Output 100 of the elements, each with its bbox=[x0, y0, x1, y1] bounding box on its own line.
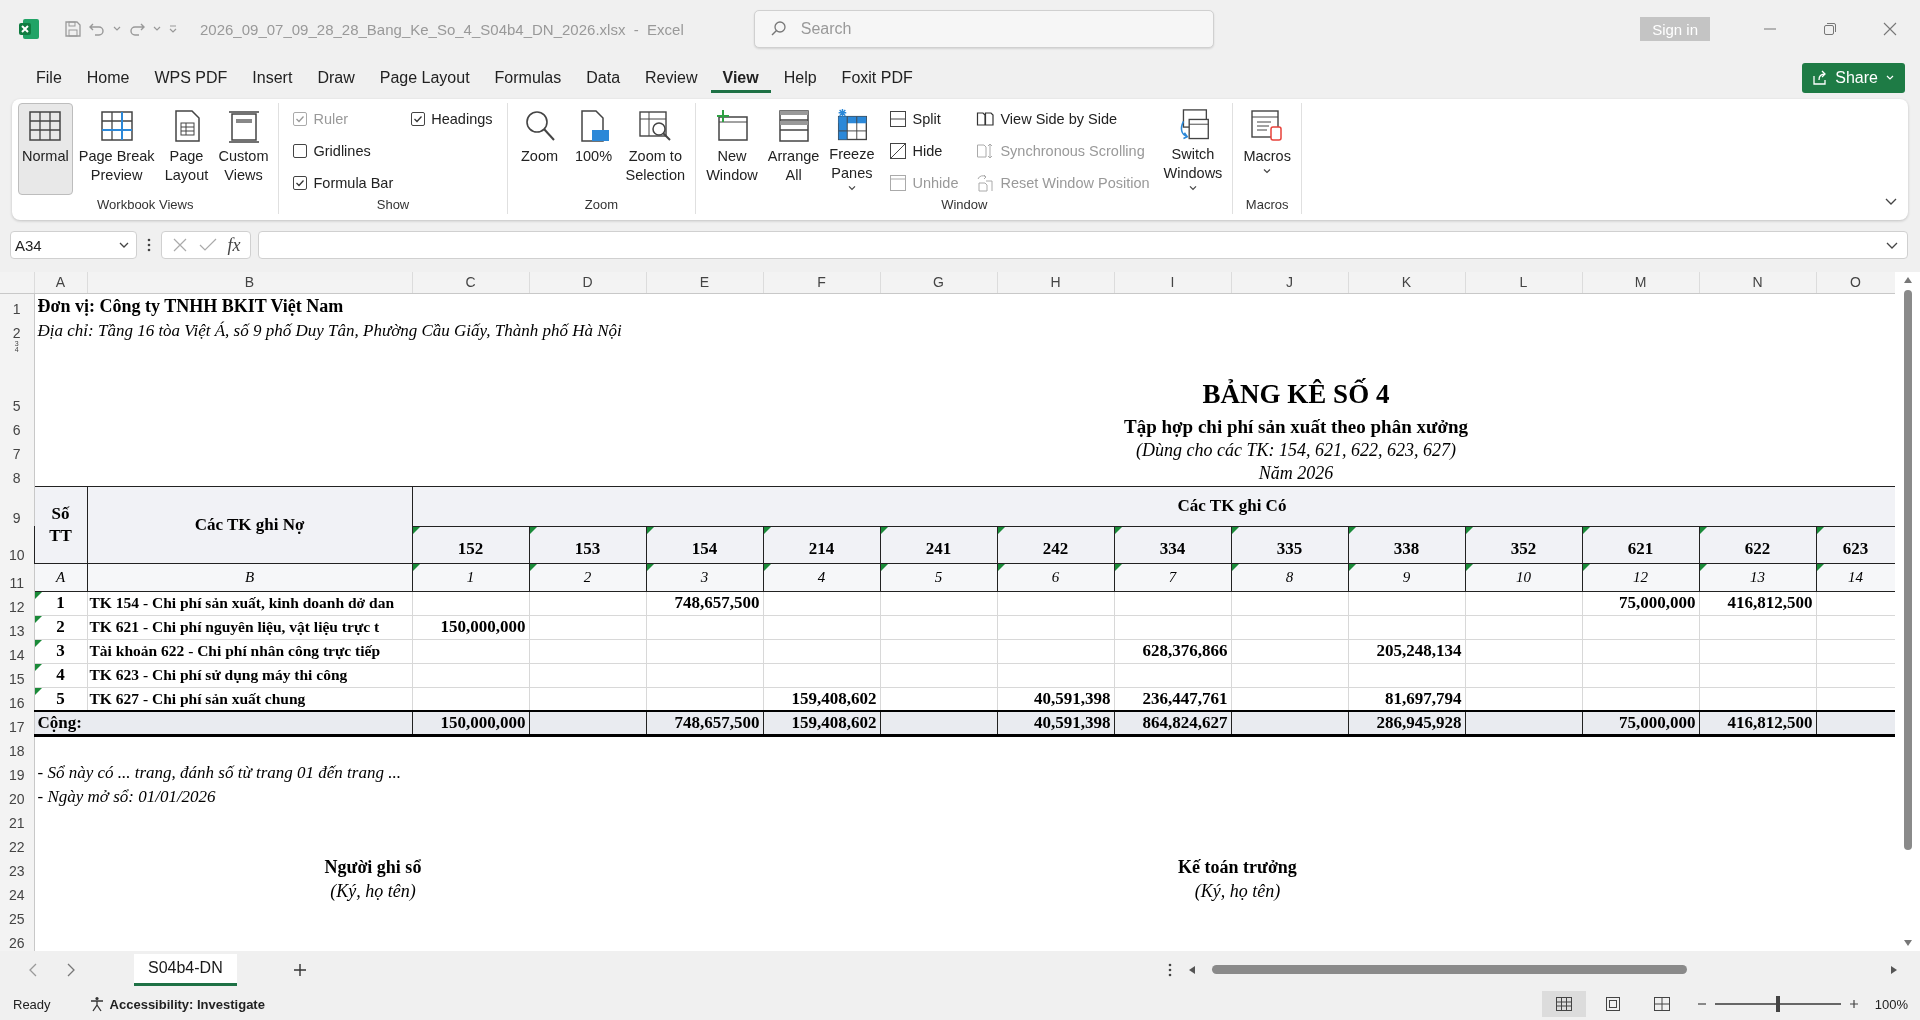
row-header[interactable]: 11 bbox=[0, 563, 34, 591]
error-indicator-icon[interactable] bbox=[529, 526, 537, 534]
menu-tab[interactable]: Home bbox=[74, 63, 142, 93]
column-header[interactable]: F bbox=[763, 272, 880, 293]
scroll-up-icon[interactable] bbox=[1902, 276, 1913, 284]
row-header[interactable]: 10 bbox=[0, 526, 34, 563]
error-indicator-icon[interactable] bbox=[1699, 526, 1707, 534]
close-icon[interactable] bbox=[1883, 22, 1897, 36]
page-layout-button[interactable]: Page Layout bbox=[160, 103, 213, 195]
scroll-left-icon[interactable] bbox=[1188, 964, 1196, 975]
row-header[interactable]: 17 bbox=[0, 711, 34, 735]
row-header[interactable]: 25 bbox=[0, 903, 34, 927]
row-header[interactable]: 9 bbox=[0, 486, 34, 526]
collapse-ribbon-icon[interactable] bbox=[1884, 196, 1898, 206]
error-indicator-icon[interactable] bbox=[1348, 563, 1356, 571]
menu-tab[interactable]: File bbox=[24, 63, 74, 93]
error-indicator-icon[interactable] bbox=[1114, 563, 1122, 571]
row-header[interactable]: 13 bbox=[0, 615, 34, 639]
scroll-right-icon[interactable] bbox=[1890, 964, 1898, 975]
error-indicator-icon[interactable] bbox=[34, 591, 42, 599]
row-header[interactable]: 22 bbox=[0, 831, 34, 855]
menu-tab[interactable]: Insert bbox=[240, 63, 305, 93]
more-icon[interactable] bbox=[1168, 962, 1172, 977]
freeze-panes-button[interactable]: Freeze Panes bbox=[825, 103, 879, 195]
scroll-thumb[interactable] bbox=[1212, 965, 1687, 974]
scroll-thumb[interactable] bbox=[1903, 290, 1912, 850]
error-indicator-icon[interactable] bbox=[763, 526, 771, 534]
column-header[interactable]: I bbox=[1114, 272, 1231, 293]
row-header[interactable]: 19 bbox=[0, 759, 34, 783]
row-header[interactable]: 15 bbox=[0, 663, 34, 687]
row-header[interactable]: 7 bbox=[0, 438, 34, 462]
column-header[interactable]: M bbox=[1582, 272, 1699, 293]
row-header[interactable]: 8 bbox=[0, 462, 34, 486]
row-header[interactable]: 18 bbox=[0, 735, 34, 759]
next-sheet-icon[interactable] bbox=[66, 962, 76, 977]
column-header[interactable]: O bbox=[1816, 272, 1895, 293]
page-break-preview-button[interactable]: Page Break Preview bbox=[74, 103, 159, 195]
column-header[interactable]: N bbox=[1699, 272, 1816, 293]
search-field[interactable]: Search bbox=[753, 10, 1214, 48]
error-indicator-icon[interactable] bbox=[412, 563, 420, 571]
row-header[interactable]: 20 bbox=[0, 783, 34, 807]
error-indicator-icon[interactable] bbox=[880, 526, 888, 534]
column-header[interactable]: L bbox=[1465, 272, 1582, 293]
zoom-to-selection-button[interactable]: Zoom to Selection bbox=[621, 103, 690, 195]
insert-function-button[interactable]: fx bbox=[227, 234, 241, 256]
row-header[interactable]: 16 bbox=[0, 687, 34, 711]
row-header[interactable]: 1 bbox=[0, 293, 34, 317]
menu-tab[interactable]: Foxit PDF bbox=[829, 63, 925, 93]
row-header[interactable]: 24 bbox=[0, 879, 34, 903]
row-header[interactable]: 26 bbox=[0, 927, 34, 951]
scroll-down-icon[interactable] bbox=[1902, 939, 1913, 947]
accessibility-status[interactable]: Accessibility: Investigate bbox=[109, 996, 265, 1012]
error-indicator-icon[interactable] bbox=[1348, 526, 1356, 534]
error-indicator-icon[interactable] bbox=[412, 526, 420, 534]
error-indicator-icon[interactable] bbox=[1699, 563, 1707, 571]
sheet-tab[interactable]: S04b4-DN bbox=[134, 953, 237, 986]
column-header[interactable]: A bbox=[34, 272, 87, 293]
split-button[interactable]: Split bbox=[888, 106, 959, 132]
error-indicator-icon[interactable] bbox=[1465, 526, 1473, 534]
menu-tab[interactable]: Help bbox=[771, 63, 829, 93]
share-button[interactable]: Share bbox=[1802, 63, 1905, 93]
column-header[interactable]: E bbox=[646, 272, 763, 293]
new-window-button[interactable]: New Window bbox=[702, 103, 762, 195]
row-header[interactable]: 5 bbox=[0, 353, 34, 414]
name-box[interactable]: A34 bbox=[10, 231, 137, 259]
error-indicator-icon[interactable] bbox=[1231, 563, 1239, 571]
expand-icon[interactable] bbox=[1885, 240, 1899, 250]
view-button[interactable] bbox=[1541, 991, 1586, 1017]
caret-icon[interactable] bbox=[118, 240, 130, 250]
headings-checkbox[interactable] bbox=[411, 112, 426, 126]
error-indicator-icon[interactable] bbox=[880, 563, 888, 571]
view-side-by-side-button[interactable]: View Side by Side bbox=[976, 106, 1150, 132]
row-header[interactable]: 21 bbox=[0, 807, 34, 831]
row-header[interactable]: 12 bbox=[0, 591, 34, 615]
menu-tab[interactable]: Page Layout bbox=[367, 63, 482, 93]
menu-tab[interactable]: Review bbox=[633, 63, 710, 93]
row-header[interactable]: 23 bbox=[0, 855, 34, 879]
zoom-100-button[interactable]: 100% bbox=[567, 103, 620, 195]
switch-windows-button[interactable]: Switch Windows bbox=[1159, 103, 1227, 195]
row-header[interactable]: 2 bbox=[0, 317, 34, 341]
menu-tab[interactable]: Data bbox=[574, 63, 633, 93]
error-indicator-icon[interactable] bbox=[1465, 563, 1473, 571]
error-indicator-icon[interactable] bbox=[997, 563, 1005, 571]
error-indicator-icon[interactable] bbox=[1114, 526, 1122, 534]
column-header[interactable]: H bbox=[997, 272, 1114, 293]
row-header[interactable]: 14 bbox=[0, 639, 34, 663]
accessibility-icon[interactable] bbox=[88, 996, 105, 1012]
custom-views-button[interactable]: Custom Views bbox=[214, 103, 273, 195]
error-indicator-icon[interactable] bbox=[763, 563, 771, 571]
error-indicator-icon[interactable] bbox=[1816, 563, 1824, 571]
column-header[interactable]: J bbox=[1231, 272, 1348, 293]
menu-tab[interactable]: Draw bbox=[305, 63, 367, 93]
restore-icon[interactable] bbox=[1823, 22, 1837, 36]
arrange-all-button[interactable]: Arrange All bbox=[763, 103, 824, 195]
hide-button[interactable]: Hide bbox=[888, 138, 959, 164]
column-header[interactable]: G bbox=[880, 272, 997, 293]
error-indicator-icon[interactable] bbox=[1582, 526, 1590, 534]
macros-button[interactable]: Macros bbox=[1239, 103, 1295, 195]
column-header[interactable]: C bbox=[412, 272, 529, 293]
row-header[interactable]: 6 bbox=[0, 414, 34, 438]
